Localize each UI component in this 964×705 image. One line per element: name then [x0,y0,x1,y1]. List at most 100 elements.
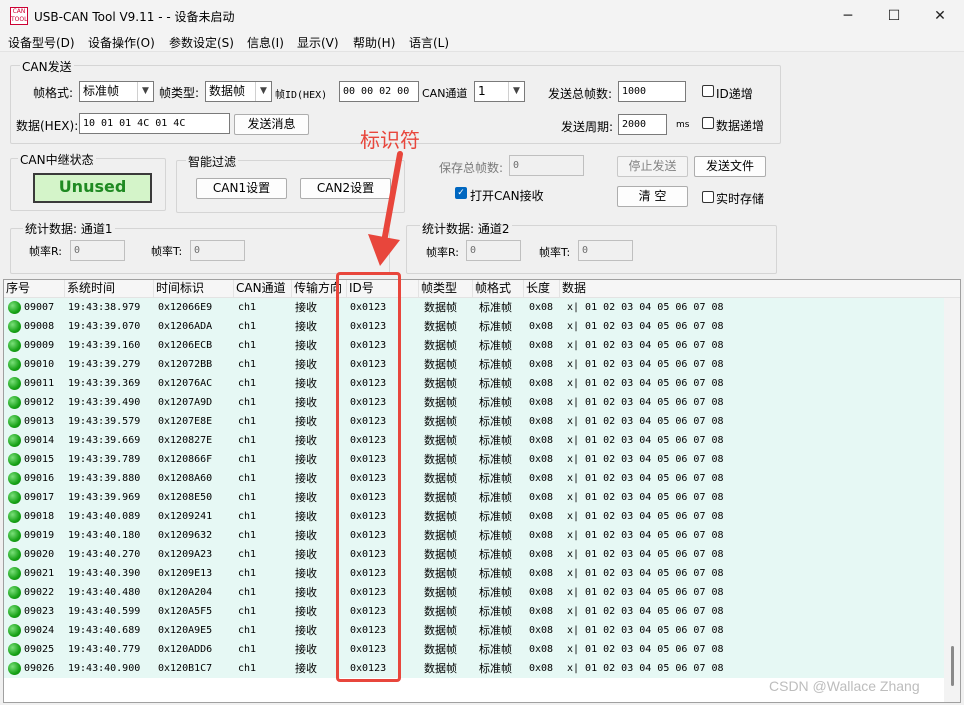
frame-type-select[interactable]: 数据帧 ▼ [205,81,272,102]
cell-system-time: 19:43:39.880 [68,473,141,484]
menu-language[interactable]: 语言(L) [409,34,449,51]
col-header-data[interactable]: 数据 [560,280,945,298]
cell-seq: 09022 [24,587,55,598]
table-row[interactable]: 09015 19:43:39.789 0x120866F ch1 接收 0x0123 数据帧… [4,450,944,469]
table-row[interactable]: 09013 19:43:39.579 0x1207E8E ch1 接收 0x0123 数据帧… [4,412,944,431]
cell-system-time: 19:43:38.979 [68,302,141,313]
frame-format-label: 帧格式: [33,86,74,100]
status-dot-icon [8,548,21,561]
realtime-save-checkbox[interactable] [702,191,714,203]
menu-display[interactable]: 显示(V) [297,34,339,51]
table-row[interactable]: 09018 19:43:40.089 0x1209241 ch1 接收 0x0123 数据帧… [4,507,944,526]
cell-data: x| 01 02 03 04 05 06 07 08 [567,644,724,655]
menu-parameter-settings[interactable]: 参数设定(S) [169,34,234,51]
cell-length: 0x08 [529,473,554,484]
cell-seq: 09021 [24,568,55,579]
table-row[interactable]: 09026 19:43:40.900 0x120B1C7 ch1 接收 0x0123 数据帧… [4,659,944,678]
col-header-frame-format[interactable]: 帧格式 [473,280,524,298]
menu-info[interactable]: 信息(I) [247,34,284,51]
can-channel-select[interactable]: 1 ▼ [474,81,525,102]
table-row[interactable]: 09016 19:43:39.880 0x1208A60 ch1 接收 0x0123 数据帧… [4,469,944,488]
realtime-save-label: 实时存储 [716,192,765,206]
minimize-button[interactable]: ─ [825,0,871,32]
status-dot-icon [8,396,21,409]
cell-frame-type: 数据帧 [424,434,457,447]
cell-frame-format: 标准帧 [479,491,512,504]
cell-seq: 09018 [24,511,55,522]
table-row[interactable]: 09011 19:43:39.369 0x12076AC ch1 接收 0x0123 数据帧… [4,374,944,393]
table-row[interactable]: 09008 19:43:39.070 0x1206ADA ch1 接收 0x0123 数据帧… [4,317,944,336]
table-row[interactable]: 09017 19:43:39.969 0x1208E50 ch1 接收 0x0123 数据帧… [4,488,944,507]
table-row[interactable]: 09021 19:43:40.390 0x1209E13 ch1 接收 0x0123 数据帧… [4,564,944,583]
table-row[interactable]: 09010 19:43:39.279 0x12072BB ch1 接收 0x0123 数据帧… [4,355,944,374]
stats1-rate-r-value: 0 [70,240,125,261]
open-can-checkbox[interactable]: ✓ [455,187,467,199]
cell-system-time: 19:43:40.390 [68,568,141,579]
frame-format-select[interactable]: 标准帧 ▼ [79,81,154,102]
cell-timestamp: 0x120ADD6 [158,644,213,655]
cell-frame-type: 数据帧 [424,301,457,314]
clear-button[interactable]: 清 空 [617,186,688,207]
col-header-system-time[interactable]: 系统时间 [65,280,154,298]
col-header-seq[interactable]: 序号 [4,280,65,298]
table-row[interactable]: 09024 19:43:40.689 0x120A9E5 ch1 接收 0x0123 数据帧… [4,621,944,640]
cell-length: 0x08 [529,663,554,674]
menu-help[interactable]: 帮助(H) [353,34,395,51]
status-dot-icon [8,605,21,618]
table-row[interactable]: 09007 19:43:38.979 0x12066E9 ch1 接收 0x0123 数据帧… [4,298,944,317]
can-send-title: CAN发送 [20,58,74,75]
frame-format-value: 标准帧 [83,84,120,98]
cell-timestamp: 0x120B1C7 [158,663,213,674]
cell-frame-type: 数据帧 [424,548,457,561]
id-increment-checkbox[interactable] [702,85,714,97]
table-row[interactable]: 09014 19:43:39.669 0x120827E ch1 接收 0x0123 数据帧… [4,431,944,450]
stats2-rate-r-value: 0 [466,240,521,261]
data-increment-checkbox[interactable] [702,117,714,129]
send-period-input[interactable]: 2000 [618,114,667,135]
maximize-button[interactable]: ☐ [871,0,917,32]
cell-frame-type: 数据帧 [424,320,457,333]
cell-frame-type: 数据帧 [424,662,457,675]
total-send-input[interactable]: 1000 [618,81,686,102]
cell-timestamp: 0x120A9E5 [158,625,213,636]
cell-data: x| 01 02 03 04 05 06 07 08 [567,568,724,579]
message-table[interactable]: 序号 系统时间 时间标识 CAN通道 传输方向 ID号 帧类型 帧格式 长度 数… [3,279,961,703]
table-row[interactable]: 09025 19:43:40.779 0x120ADD6 ch1 接收 0x0123 数据帧… [4,640,944,659]
stop-send-button[interactable]: 停止发送 [617,156,688,177]
can1-settings-button[interactable]: CAN1设置 [196,178,287,199]
cell-data: x| 01 02 03 04 05 06 07 08 [567,530,724,541]
send-message-button[interactable]: 发送消息 [234,114,309,135]
col-header-can-channel[interactable]: CAN通道 [234,280,292,298]
id-increment-label: ID递增 [716,87,753,101]
table-row[interactable]: 09023 19:43:40.599 0x120A5F5 ch1 接收 0x0123 数据帧… [4,602,944,621]
cell-timestamp: 0x1206ADA [158,321,213,332]
stats1-rate-t-value: 0 [190,240,245,261]
cell-channel: ch1 [238,644,257,655]
table-row[interactable]: 09019 19:43:40.180 0x1209632 ch1 接收 0x0123 数据帧… [4,526,944,545]
cell-data: x| 01 02 03 04 05 06 07 08 [567,606,724,617]
table-row[interactable]: 09012 19:43:39.490 0x1207A9D ch1 接收 0x0123 数据帧… [4,393,944,412]
frame-id-input[interactable]: 00 00 02 00 [339,81,419,102]
vertical-scrollbar[interactable] [944,298,960,702]
col-header-timestamp[interactable]: 时间标识 [154,280,234,298]
data-hex-input[interactable]: 10 01 01 4C 01 4C [79,113,230,134]
col-header-frame-type[interactable]: 帧类型 [419,280,473,298]
send-file-button[interactable]: 发送文件 [694,156,766,177]
menu-device-operation[interactable]: 设备操作(O) [88,34,155,51]
close-button[interactable]: ✕ [917,0,963,32]
can-channel-value: 1 [478,84,486,98]
table-row[interactable]: 09022 19:43:40.480 0x120A204 ch1 接收 0x0123 数据帧… [4,583,944,602]
scrollbar-thumb[interactable] [951,646,954,686]
cell-channel: ch1 [238,473,257,484]
chevron-down-icon: ▼ [508,82,524,101]
cell-frame-type: 数据帧 [424,567,457,580]
cell-frame-type: 数据帧 [424,472,457,485]
table-row[interactable]: 09009 19:43:39.160 0x1206ECB ch1 接收 0x0123 数据帧… [4,336,944,355]
status-dot-icon [8,434,21,447]
cell-frame-type: 数据帧 [424,643,457,656]
col-header-length[interactable]: 长度 [524,280,560,298]
menu-device-model[interactable]: 设备型号(D) [8,34,75,51]
table-row[interactable]: 09020 19:43:40.270 0x1209A23 ch1 接收 0x0123 数据帧… [4,545,944,564]
cell-frame-format: 标准帧 [479,643,512,656]
cell-timestamp: 0x1209E13 [158,568,213,579]
